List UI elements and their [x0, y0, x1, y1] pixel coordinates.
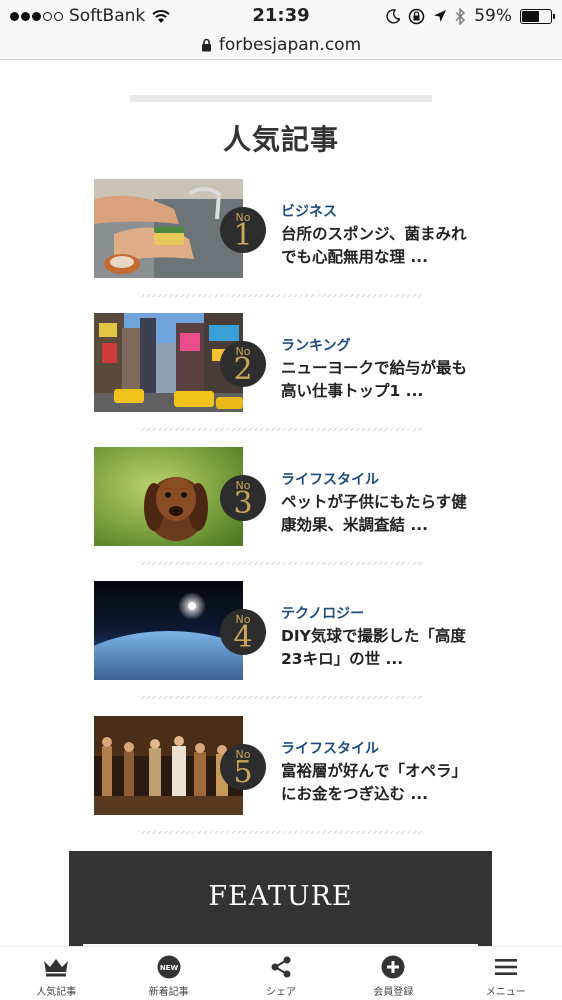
article-divider [138, 294, 423, 297]
share-icon [270, 955, 292, 979]
moon-icon [386, 8, 401, 23]
url-text: forbesjapan.com [218, 34, 362, 55]
tab-new-articles[interactable]: NEW 新着記事 [127, 947, 211, 1000]
article-item-2[interactable]: No 2 ランキング ニューヨークで給与が最も高い仕事トップ1 ... [94, 313, 474, 413]
section-top-rule [130, 95, 432, 102]
rank-badge: No 5 [220, 744, 266, 790]
feature-section: FEATURE [69, 851, 492, 946]
status-right: 59% [386, 6, 555, 26]
rank-number: 3 [233, 486, 253, 521]
rank-badge: No 2 [220, 341, 266, 387]
article-category[interactable]: ランキング [281, 335, 351, 355]
plus-circle-icon [381, 955, 405, 979]
rank-number: 1 [233, 218, 253, 253]
article-category[interactable]: ビジネス [281, 201, 337, 221]
article-divider [138, 562, 423, 565]
tab-label: 人気記事 [36, 987, 77, 998]
main-content: 人気記事 No 1 ビジネス 台所のスポンジ、菌まみれでも心配無用な理 ... [0, 60, 562, 946]
article-headline[interactable]: DIY気球で撮影した「高度23キロ」の世 ... [281, 625, 471, 671]
tab-share[interactable]: シェア [239, 947, 323, 1000]
new-badge-text: NEW [159, 964, 178, 972]
tab-label: メニュー [485, 987, 526, 998]
rank-badge: No 3 [220, 475, 266, 521]
article-item-1[interactable]: No 1 ビジネス 台所のスポンジ、菌まみれでも心配無用な理 ... [94, 179, 474, 279]
rank-number: 5 [233, 755, 253, 790]
article-headline[interactable]: 台所のスポンジ、菌まみれでも心配無用な理 ... [281, 223, 471, 269]
article-divider [138, 831, 423, 834]
section-title: 人気記事 [222, 123, 339, 156]
article-headline[interactable]: 富裕層が好んで「オペラ」にお金をつぎ込む ... [281, 760, 471, 806]
article-headline[interactable]: ペットが子供にもたらす健康効果、米調査結 ... [281, 491, 471, 537]
lock-icon [201, 38, 211, 51]
article-item-4[interactable]: No 4 テクノロジー DIY気球で撮影した「高度23キロ」の世 ... [94, 581, 474, 681]
new-badge-icon: NEW [157, 955, 181, 979]
tab-label: 新着記事 [148, 987, 189, 998]
article-category[interactable]: テクノロジー [281, 603, 364, 623]
bluetooth-icon [455, 7, 466, 25]
article-category[interactable]: ライフスタイル [281, 469, 379, 489]
tab-member-registration[interactable]: 会員登録 [351, 947, 435, 1000]
crown-icon [43, 955, 69, 979]
rank-badge: No 1 [220, 207, 266, 253]
article-item-5[interactable]: No 5 ライフスタイル 富裕層が好んで「オペラ」にお金をつぎ込む ... [94, 716, 474, 816]
location-arrow-icon [434, 10, 447, 22]
rotation-lock-icon [408, 8, 425, 24]
tab-label: 会員登録 [373, 987, 414, 998]
rank-number: 4 [233, 620, 253, 655]
article-item-3[interactable]: No 3 ライフスタイル ペットが子供にもたらす健康効果、米調査結 ... [94, 447, 474, 547]
feature-title: FEATURE [208, 881, 353, 912]
tab-label: シェア [265, 987, 296, 998]
battery-level [522, 10, 539, 22]
address-bar[interactable]: forbesjapan.com [0, 30, 562, 60]
article-divider [138, 428, 423, 431]
tab-popular-articles[interactable]: 人気記事 [14, 947, 98, 1000]
rank-badge: No 4 [220, 609, 266, 655]
bottom-tab-bar: 人気記事 NEW 新着記事 シェア 会員登録 メニュー [0, 946, 562, 1000]
rank-number: 2 [233, 352, 253, 387]
battery-percent: 59% [474, 6, 512, 26]
article-category[interactable]: ライフスタイル [281, 738, 379, 758]
hamburger-menu-icon [494, 955, 517, 979]
article-headline[interactable]: ニューヨークで給与が最も高い仕事トップ1 ... [281, 357, 471, 403]
battery-icon [520, 8, 555, 24]
article-divider [138, 696, 423, 699]
status-bar: SoftBank 21:39 59% [0, 0, 562, 30]
tab-menu[interactable]: メニュー [464, 947, 548, 1000]
